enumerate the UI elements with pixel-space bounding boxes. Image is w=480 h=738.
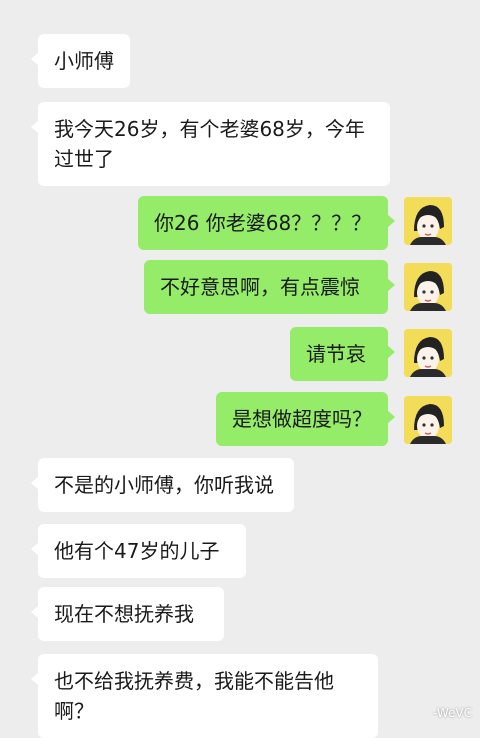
monk-avatar-icon[interactable] bbox=[404, 329, 452, 377]
monk-avatar-icon[interactable] bbox=[404, 396, 452, 444]
message-bubble-incoming: 他有个47岁的儿子 bbox=[31, 524, 246, 578]
message-bubble-outgoing: 你26 你老婆68？？？？ bbox=[138, 196, 395, 250]
monk-avatar-icon[interactable] bbox=[404, 197, 452, 245]
message-bubble-incoming: 也不给我抚养费，我能不能告他啊？ bbox=[31, 654, 378, 738]
watermark: -WeVC bbox=[433, 706, 472, 720]
chat-area: 小师傅 我今天26岁，有个老婆68岁，今年过世了 你26 你老婆68？？？？ 不… bbox=[0, 0, 480, 738]
message-bubble-incoming: 不是的小师傅，你听我说 bbox=[31, 458, 294, 512]
message-bubble-outgoing: 是想做超度吗？ bbox=[216, 392, 395, 446]
message-bubble-incoming: 现在不想抚养我 bbox=[31, 587, 224, 641]
monk-avatar-icon[interactable] bbox=[404, 263, 452, 311]
message-bubble-outgoing: 不好意思啊，有点震惊 bbox=[144, 260, 395, 314]
message-bubble-incoming: 小师傅 bbox=[31, 34, 130, 88]
message-bubble-outgoing: 请节哀 bbox=[290, 327, 395, 381]
message-bubble-incoming: 我今天26岁，有个老婆68岁，今年过世了 bbox=[31, 102, 390, 186]
